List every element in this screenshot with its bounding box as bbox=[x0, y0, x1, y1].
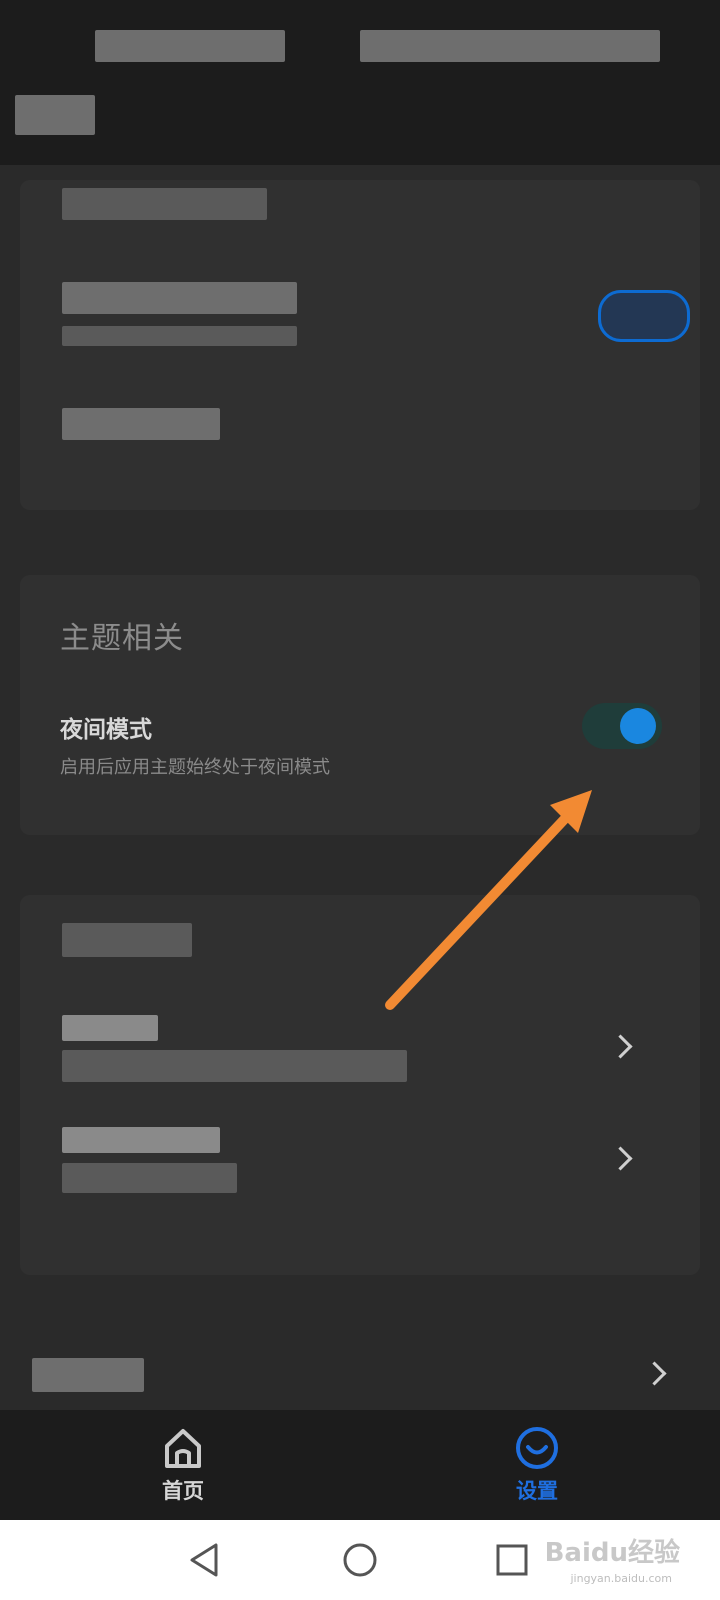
nav-label-home: 首页 bbox=[162, 1479, 204, 1503]
blurred-item-desc bbox=[62, 326, 297, 346]
back-icon[interactable] bbox=[186, 1540, 226, 1580]
system-navigation-bar: Baidu经验 jingyan.baidu.com bbox=[0, 1520, 720, 1600]
watermark-logo: Baidu经验 bbox=[544, 1538, 680, 1568]
bottom-navigation: 首页 设置 bbox=[0, 1410, 720, 1520]
home-circle-icon[interactable] bbox=[340, 1540, 380, 1580]
section-title-theme: 主题相关 bbox=[60, 621, 184, 656]
settings-card-top bbox=[20, 180, 700, 510]
status-bar bbox=[0, 0, 720, 75]
settings-card-bottom bbox=[20, 895, 700, 1275]
chevron-right-icon bbox=[608, 1146, 633, 1171]
back-button-blur[interactable] bbox=[15, 95, 95, 135]
watermark-url: jingyan.baidu.com bbox=[570, 1572, 672, 1585]
night-mode-description: 启用后应用主题始终处于夜间模式 bbox=[60, 757, 330, 778]
theme-settings-card: 主题相关 夜间模式 启用后应用主题始终处于夜间模式 bbox=[20, 575, 700, 835]
blurred-toggle[interactable] bbox=[598, 290, 690, 342]
chevron-right-icon bbox=[608, 1034, 633, 1059]
blurred-section-title bbox=[62, 188, 267, 220]
nav-item-home[interactable]: 首页 bbox=[108, 1422, 258, 1512]
chevron-right-icon bbox=[642, 1361, 667, 1386]
status-bar-right-blur bbox=[360, 30, 660, 62]
recents-icon[interactable] bbox=[492, 1540, 532, 1580]
blurred-row-2-desc bbox=[62, 1163, 237, 1193]
night-mode-toggle[interactable] bbox=[582, 703, 662, 749]
nav-label-settings: 设置 bbox=[516, 1479, 558, 1503]
blurred-section-title-3 bbox=[62, 923, 192, 957]
nav-item-settings[interactable]: 设置 bbox=[462, 1422, 612, 1512]
night-mode-title: 夜间模式 bbox=[60, 717, 152, 743]
blurred-item-title bbox=[62, 282, 297, 314]
blurred-row-2-title bbox=[62, 1127, 220, 1153]
blurred-row-bottom-title bbox=[32, 1358, 144, 1392]
blurred-row-1-title bbox=[62, 1015, 158, 1041]
home-icon bbox=[165, 1429, 201, 1468]
smile-icon bbox=[516, 1427, 558, 1469]
status-bar-left-blur bbox=[95, 30, 285, 62]
blurred-item-title-2 bbox=[62, 408, 220, 440]
toggle-knob bbox=[620, 708, 656, 744]
blurred-row-1-desc bbox=[62, 1050, 407, 1082]
app-header bbox=[0, 75, 720, 165]
